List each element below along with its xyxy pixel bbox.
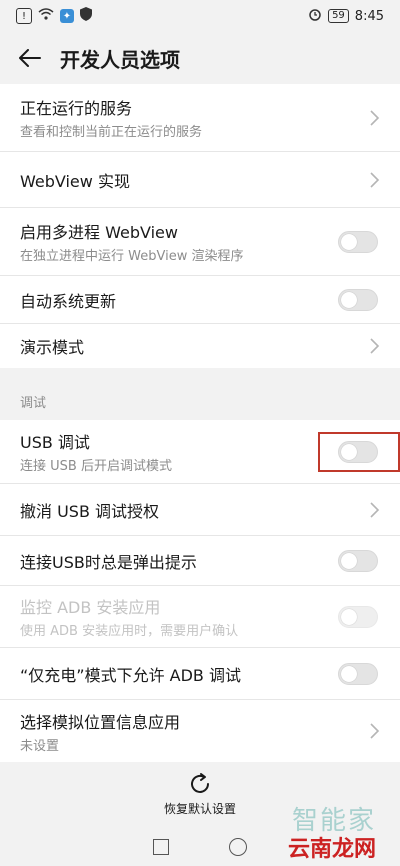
- back-button[interactable]: [6, 32, 54, 84]
- setting-demo-mode[interactable]: 演示模式: [0, 324, 400, 368]
- alarm-icon: [308, 7, 322, 25]
- setting-label: WebView 实现: [20, 171, 130, 191]
- status-time: 8:45: [354, 8, 384, 24]
- auto-system-update-toggle[interactable]: [338, 288, 378, 311]
- usb-connect-prompt-toggle[interactable]: [338, 549, 378, 572]
- page-title: 开发人员选项: [60, 47, 180, 72]
- setting-description: 使用 ADB 安装应用时，需要用户确认: [20, 624, 239, 639]
- alert-icon: !: [16, 8, 32, 24]
- app-notification-icon: ✦: [60, 9, 74, 23]
- chevron-right-icon: [370, 171, 380, 188]
- chevron-right-icon: [370, 338, 380, 354]
- settings-group-debug: USB 调试 连接 USB 后开启调试模式 撤消 USB 调试授权 连接USB时…: [0, 420, 400, 762]
- setting-auto-system-update: 自动系统更新: [0, 276, 400, 324]
- highlight-box: [318, 431, 400, 472]
- setting-multiprocess-webview: 启用多进程 WebView 在独立进程中运行 WebView 渲染程序: [0, 208, 400, 276]
- recents-square-icon[interactable]: [153, 839, 169, 855]
- setting-label: 启用多进程 WebView: [20, 223, 178, 242]
- setting-running-services[interactable]: 正在运行的服务 查看和控制当前正在运行的服务: [0, 84, 400, 152]
- chevron-right-icon: [370, 723, 380, 739]
- setting-monitor-adb-install: 监控 ADB 安装应用 使用 ADB 安装应用时，需要用户确认: [0, 586, 400, 648]
- setting-adb-charge-only: “仅充电”模式下允许 ADB 调试: [0, 648, 400, 700]
- status-bar: ! ✦ 59 8:45: [0, 0, 400, 32]
- setting-revoke-usb-auth[interactable]: 撤消 USB 调试授权: [0, 484, 400, 536]
- setting-label: 撤消 USB 调试授权: [20, 501, 160, 521]
- shield-icon: [80, 7, 92, 25]
- setting-webview-implementation[interactable]: WebView 实现: [0, 152, 400, 208]
- status-icons-right: 59 8:45: [308, 7, 384, 25]
- setting-description: 查看和控制当前正在运行的服务: [20, 125, 203, 140]
- setting-usb-debugging: USB 调试 连接 USB 后开启调试模式: [0, 420, 400, 484]
- adb-charge-only-toggle[interactable]: [338, 662, 378, 685]
- back-arrow-icon: [19, 49, 41, 67]
- home-circle-icon[interactable]: [229, 838, 247, 856]
- setting-label: 演示模式: [20, 338, 85, 357]
- settings-group-general: 正在运行的服务 查看和控制当前正在运行的服务 WebView 实现 启用多进程 …: [0, 84, 400, 368]
- monitor-adb-install-toggle: [338, 605, 378, 628]
- app-header: 开发人员选项: [0, 32, 400, 84]
- chevron-right-icon: [370, 109, 380, 126]
- setting-label: 正在运行的服务: [20, 99, 133, 118]
- multiprocess-webview-toggle[interactable]: [338, 230, 378, 253]
- setting-description: 未设置: [20, 738, 60, 754]
- setting-label: 自动系统更新: [20, 291, 117, 311]
- section-header-debug: 调试: [20, 396, 47, 411]
- setting-label: 选择模拟位置信息应用: [20, 712, 181, 732]
- setting-description: 在独立进程中运行 WebView 渲染程序: [20, 249, 244, 264]
- wifi-icon: [38, 8, 54, 24]
- status-icons-left: ! ✦: [16, 7, 92, 25]
- setting-label: 连接USB时总是弹出提示: [20, 552, 197, 572]
- system-nav-bar: [0, 828, 400, 866]
- battery-icon: 59: [328, 9, 349, 23]
- refresh-icon: [191, 773, 209, 793]
- chevron-right-icon: [370, 501, 380, 518]
- setting-label: 监控 ADB 安装应用: [20, 598, 161, 617]
- setting-label: “仅充电”模式下允许 ADB 调试: [20, 665, 241, 685]
- setting-mock-location-app[interactable]: 选择模拟位置信息应用 未设置: [0, 700, 400, 762]
- restore-defaults-label: 恢复默认设置: [163, 802, 236, 816]
- setting-usb-connect-prompt: 连接USB时总是弹出提示: [0, 536, 400, 586]
